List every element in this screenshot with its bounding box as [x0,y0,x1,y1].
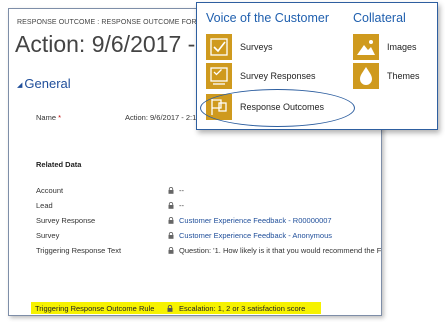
lock-icon [167,305,173,312]
name-field-label: Name * [36,113,61,122]
field-value: Escalation: 1, 2 or 3 satisfaction score [179,304,306,313]
collapse-triangle-icon[interactable]: ◢ [17,82,22,89]
themes-icon [353,63,379,89]
field-label: Survey Response [36,216,96,225]
lock-icon [168,187,174,194]
name-label-text: Name [36,113,57,122]
field-value: Question: '1. How likely is it that you … [179,246,382,255]
menu-item-label: Themes [387,71,420,81]
field-value: -- [179,201,184,210]
breadcrumb[interactable]: RESPONSE OUTCOME : RESPONSE OUTCOME FORM [17,19,203,26]
highlighted-row-triggering-rule: Triggering Response Outcome Rule Escalat… [31,302,321,314]
field-label: Survey [36,231,60,240]
group-title-collateral: Collateral [353,11,406,25]
survey-responses-icon [206,63,232,89]
menu-item-themes[interactable]: Themes [353,63,429,89]
survey-link[interactable]: Customer Experience Feedback - Anonymous [179,231,332,240]
field-label: Triggering Response Text [36,246,122,255]
section-general[interactable]: ◢ General [17,76,71,91]
lock-icon [168,217,174,224]
lock-icon [168,232,174,239]
menu-item-images[interactable]: Images [353,34,429,60]
section-title: General [24,76,71,91]
name-field[interactable]: Action: 9/6/2017 - 2:1 [125,113,196,122]
related-data-heading: Related Data [36,160,82,169]
related-row-account: Account -- [36,186,381,198]
menu-item-label: Survey Responses [240,71,316,81]
lock-icon [168,202,174,209]
related-row-lead: Lead -- [36,201,381,213]
field-label: Lead [36,201,53,210]
related-row-triggering-response-text: Triggering Response Text Question: '1. H… [36,246,381,258]
field-label: Triggering Response Outcome Rule [35,304,155,313]
images-icon [353,34,379,60]
related-row-survey-response: Survey Response Customer Experience Feed… [36,216,381,228]
checkbox-icon [206,34,232,60]
menu-item-label: Images [387,42,417,52]
page-title: Action: 9/6/2017 - 2 [15,31,215,57]
menu-item-survey-responses[interactable]: Survey Responses [206,63,326,89]
related-row-survey: Survey Customer Experience Feedback - An… [36,231,381,243]
menu-item-surveys[interactable]: Surveys [206,34,326,60]
required-asterisk: * [58,113,62,122]
menu-item-label: Surveys [240,42,273,52]
group-title-voice-of-the-customer: Voice of the Customer [206,11,329,25]
lock-icon [168,247,174,254]
field-value: -- [179,186,184,195]
field-label: Account [36,186,64,195]
survey-response-link[interactable]: Customer Experience Feedback - R00000007 [179,216,332,225]
highlight-circle [200,89,355,127]
